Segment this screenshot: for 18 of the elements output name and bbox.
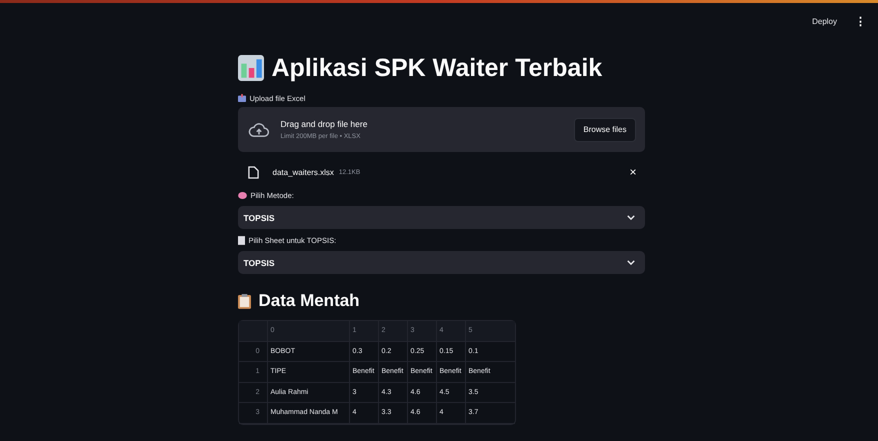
file-icon [248,166,258,178]
dropdown-select[interactable]: TOPSIS [238,251,644,274]
bar-chart-icon [238,55,264,81]
dropdown-select[interactable]: TOPSIS [238,206,644,229]
clipboard-icon [238,294,250,308]
page-icon [238,236,244,244]
cloud-upload-icon [248,122,270,138]
dropzone-instruction: Drag and drop file here [280,119,368,129]
inbox-icon [238,94,246,102]
file-name: data_waiters.xlsx [272,168,334,176]
section-heading: Data Mentah [258,290,360,312]
browse-files-button[interactable]: Browse files [574,118,636,142]
deploy-button[interactable]: Deploy [810,14,839,28]
chevron-down-icon [626,260,634,265]
remove-file-button[interactable]: × [629,165,636,179]
menu-button[interactable]: ⋮ [855,14,866,28]
page-title: Aplikasi SPK Waiter Terbaik [272,53,602,84]
chevron-down-icon [626,215,634,220]
